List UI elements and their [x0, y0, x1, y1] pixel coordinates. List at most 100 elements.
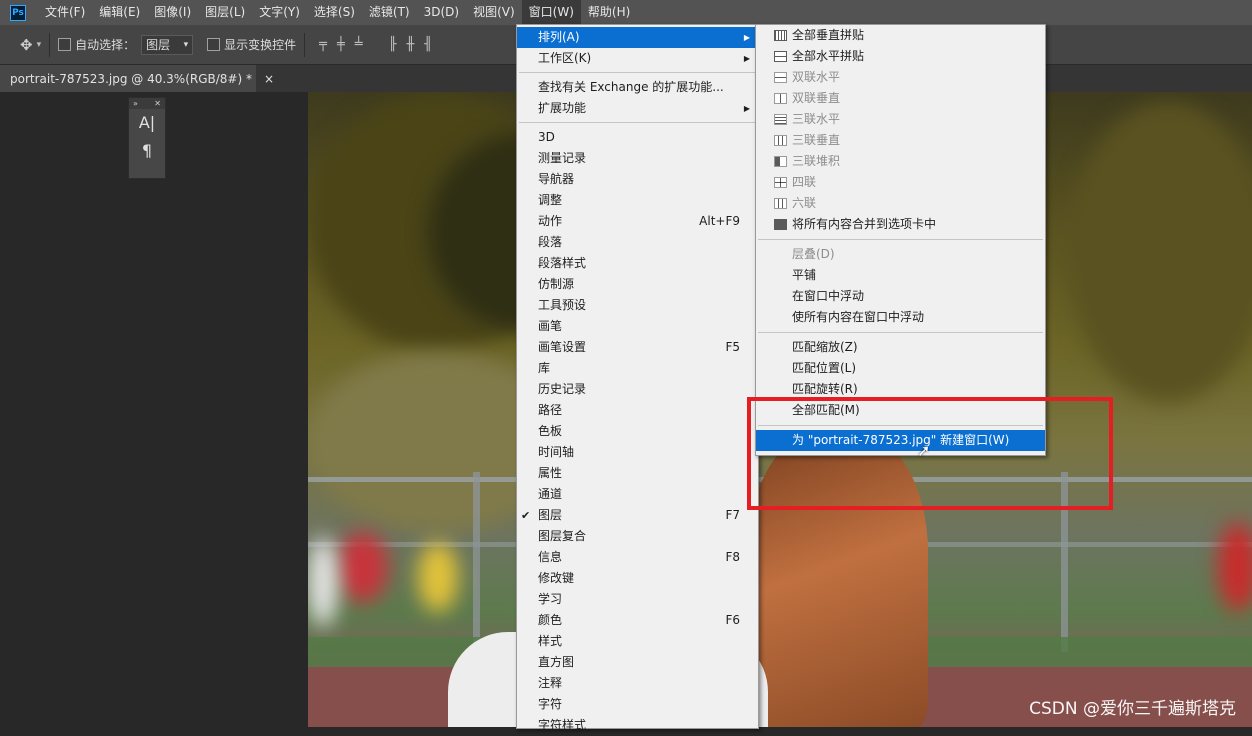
layout-h3-icon: [774, 114, 787, 125]
document-tab[interactable]: portrait-787523.jpg @ 40.3%(RGB/8#) * ×: [0, 65, 274, 92]
chevron-down-icon[interactable]: ▾: [37, 40, 42, 50]
menu-10[interactable]: 窗口(W): [521, 0, 581, 25]
window-menu-item[interactable]: 调整: [517, 190, 758, 211]
document-tab-title: portrait-787523.jpg @ 40.3%(RGB/8#) *: [10, 71, 252, 86]
menu-1[interactable]: 文件(F): [38, 0, 92, 25]
separator: [304, 32, 306, 57]
layout-q4-icon: [774, 177, 787, 188]
menu-item-label: 三联堆积: [792, 154, 841, 168]
window-menu-item[interactable]: 学习: [517, 589, 758, 610]
menu-item-label: 字符样式: [538, 718, 587, 732]
workspace-area: [0, 92, 308, 727]
align-hcenter-icon[interactable]: ╫: [406, 37, 414, 52]
window-menu-item[interactable]: 段落: [517, 232, 758, 253]
menu-item-shortcut: F7: [725, 508, 740, 522]
arrange-menu-item[interactable]: 匹配位置(L): [756, 358, 1045, 379]
auto-select-checkbox[interactable]: [58, 38, 72, 51]
arrange-menu-item[interactable]: 在窗口中浮动: [756, 286, 1045, 307]
arrange-menu-item[interactable]: 全部水平拼贴: [756, 46, 1045, 67]
window-menu-item[interactable]: 注释: [517, 673, 758, 694]
window-menu-item[interactable]: 路径: [517, 400, 758, 421]
arrange-menu-item[interactable]: 使所有内容在窗口中浮动: [756, 307, 1045, 328]
window-menu-item[interactable]: ✔ 图层 F7: [517, 505, 758, 526]
menu-item-label: 颜色: [538, 613, 563, 627]
menu-item-label: 画笔设置: [538, 340, 587, 354]
window-menu-item[interactable]: 图层复合: [517, 526, 758, 547]
align-top-icon[interactable]: ╤: [319, 37, 327, 52]
window-menu-item[interactable]: 样式: [517, 631, 758, 652]
menu-items: 文件(F) 编辑(E) 图像(I) 图层(L) 文字(Y) 选择(S) 滤镜(T) 3D(D)…: [38, 0, 637, 25]
window-menu-item[interactable]: 库: [517, 358, 758, 379]
submenu-arrow-icon: ▶: [743, 54, 750, 63]
window-menu-item[interactable]: 工具预设: [517, 295, 758, 316]
window-menu-item[interactable]: 查找有关 Exchange 的扩展功能...: [517, 77, 758, 98]
watermark: CSDN @爱你三千遍斯塔克: [1029, 699, 1236, 719]
menu-item-label: 匹配缩放(Z): [792, 340, 858, 354]
window-menu-item[interactable]: 排列(A) ▶: [517, 27, 758, 48]
align-right-icon[interactable]: ╢: [424, 37, 432, 52]
menu-9[interactable]: 视图(V): [466, 0, 522, 25]
menu-2[interactable]: 编辑(E): [92, 0, 147, 25]
align-vcenter-icon[interactable]: ╪: [337, 37, 345, 52]
paragraph-icon[interactable]: ¶: [129, 137, 165, 165]
arrange-menu-item: 三联堆积: [756, 151, 1045, 172]
window-menu-item[interactable]: 颜色 F6: [517, 610, 758, 631]
character-paragraph-panel: » ✕ A| ¶: [128, 97, 166, 179]
layout-stack-icon: [774, 156, 787, 167]
arrange-menu-item[interactable]: 全部垂直拼贴: [756, 25, 1045, 46]
window-menu-item[interactable]: 直方图: [517, 652, 758, 673]
collapse-icon[interactable]: »: [133, 98, 138, 109]
arrange-menu-item: 层叠(D): [756, 244, 1045, 265]
window-menu-item[interactable]: 3D: [517, 127, 758, 148]
window-menu-item[interactable]: 测量记录: [517, 148, 758, 169]
auto-select-dropdown[interactable]: 图层 ▾: [141, 34, 194, 55]
window-menu-item[interactable]: 通道: [517, 484, 758, 505]
window-menu-item[interactable]: 字符样式: [517, 715, 758, 736]
window-menu-item[interactable]: 历史记录: [517, 379, 758, 400]
window-menu-item[interactable]: 画笔: [517, 316, 758, 337]
align-left-icon[interactable]: ╟: [389, 37, 397, 52]
menu-item-label: 库: [538, 361, 551, 375]
align-bottom-icon[interactable]: ╧: [355, 37, 363, 52]
window-menu-item[interactable]: 画笔设置 F5: [517, 337, 758, 358]
window-menu-item[interactable]: 段落样式: [517, 253, 758, 274]
menu-item-label: 段落: [538, 235, 563, 249]
window-menu-item[interactable]: 扩展功能 ▶: [517, 98, 758, 119]
window-menu-item[interactable]: 动作 Alt+F9: [517, 211, 758, 232]
close-icon[interactable]: ✕: [154, 98, 161, 109]
arrange-menu-item[interactable]: 将所有内容合并到选项卡中: [756, 214, 1045, 235]
close-icon[interactable]: ×: [264, 72, 274, 86]
menu-item-label: 扩展功能: [538, 101, 587, 115]
window-menu-item[interactable]: 字符: [517, 694, 758, 715]
menu-4[interactable]: 图层(L): [198, 0, 252, 25]
window-menu-item[interactable]: 色板: [517, 421, 758, 442]
background-figure: [418, 542, 458, 612]
mouse-cursor-icon: ➚: [917, 441, 931, 460]
menu-item-label: 平铺: [792, 268, 817, 282]
move-icon[interactable]: ✥: [20, 36, 33, 54]
auto-select-label: 自动选择：: [75, 38, 136, 52]
window-menu-item[interactable]: 工作区(K) ▶: [517, 48, 758, 69]
window-menu-item[interactable]: 时间轴: [517, 442, 758, 463]
arrange-menu-item: 三联水平: [756, 109, 1045, 130]
menu-5[interactable]: 文字(Y): [252, 0, 307, 25]
menu-item-label: 时间轴: [538, 445, 575, 459]
menu-3[interactable]: 图像(I): [147, 0, 198, 25]
menu-6[interactable]: 选择(S): [307, 0, 362, 25]
show-transform-checkbox[interactable]: [207, 38, 221, 51]
menu-item-label: 属性: [538, 466, 563, 480]
menu-7[interactable]: 滤镜(T): [362, 0, 417, 25]
window-menu-item[interactable]: 修改键: [517, 568, 758, 589]
menu-8[interactable]: 3D(D): [417, 0, 466, 25]
character-icon[interactable]: A|: [129, 109, 165, 137]
menu-item-label: 学习: [538, 592, 563, 606]
window-menu-item[interactable]: 导航器: [517, 169, 758, 190]
arrange-menu-item[interactable]: 平铺: [756, 265, 1045, 286]
window-menu-item[interactable]: 仿制源: [517, 274, 758, 295]
window-menu-item[interactable]: 属性: [517, 463, 758, 484]
window-menu-item[interactable]: 信息 F8: [517, 547, 758, 568]
arrange-menu-item: 双联水平: [756, 67, 1045, 88]
arrange-menu-item[interactable]: 匹配缩放(Z): [756, 337, 1045, 358]
menu-11[interactable]: 帮助(H): [581, 0, 637, 25]
menu-separator: [758, 332, 1043, 333]
